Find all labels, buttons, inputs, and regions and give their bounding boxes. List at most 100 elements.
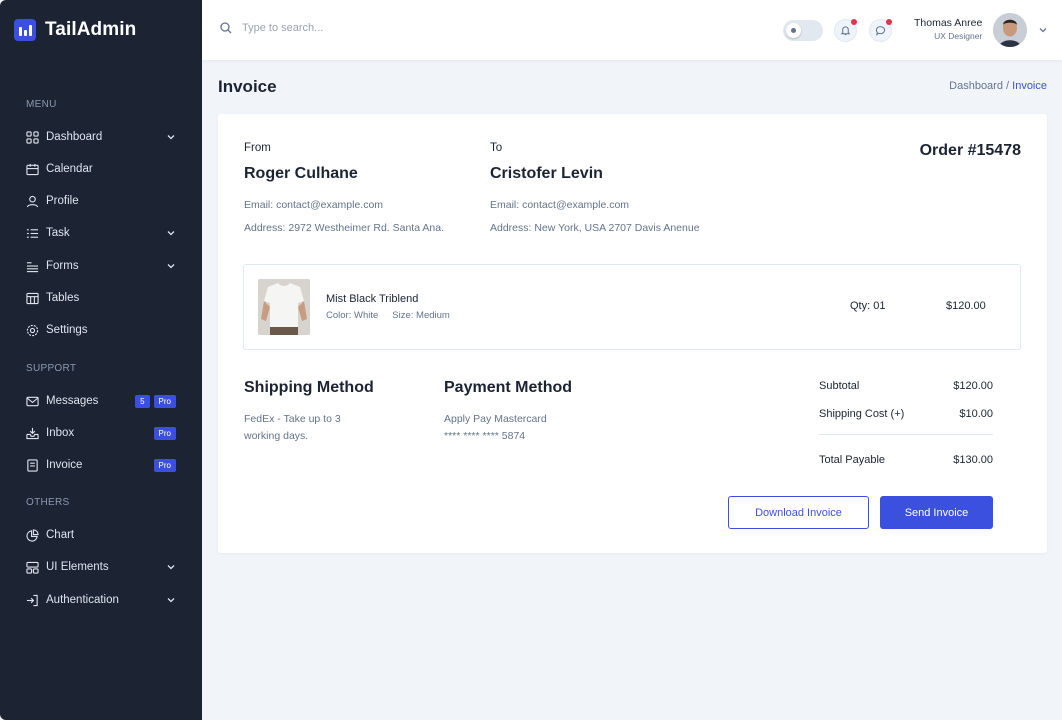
- search-input[interactable]: [242, 22, 462, 34]
- download-invoice-button[interactable]: Download Invoice: [728, 496, 869, 529]
- sidebar-item-inbox[interactable]: Inbox Pro: [26, 423, 176, 443]
- sidebar-item-authentication[interactable]: Authentication: [26, 590, 176, 610]
- notification-button[interactable]: [834, 19, 857, 42]
- breadcrumb-current: Invoice: [1012, 80, 1047, 92]
- shipping-cost-row: Shipping Cost (+) $10.00: [819, 408, 993, 420]
- sidebar-item-calendar[interactable]: Calendar: [26, 159, 176, 179]
- from-email: Email: contact@example.com: [244, 199, 384, 211]
- to-address: Address: New York, USA 2707 Davis Anenue: [490, 222, 700, 234]
- grid-icon: [26, 130, 39, 144]
- sidebar-item-ui-elements[interactable]: UI Elements: [26, 557, 176, 577]
- payment-method-details: Apply Pay Mastercard **** **** **** 5874: [444, 411, 547, 445]
- avatar[interactable]: [993, 13, 1027, 47]
- summary-divider: [819, 434, 993, 435]
- pro-badge: Pro: [153, 458, 176, 472]
- sidebar-item-label: Task: [46, 227, 70, 239]
- message-dot: [886, 19, 892, 25]
- item-price: $120.00: [946, 300, 986, 312]
- shipping-line: working days.: [244, 430, 309, 442]
- user-role: UX Designer: [934, 31, 983, 41]
- from-label: From: [244, 142, 271, 154]
- user-icon: [26, 195, 39, 208]
- shipping-method-details: FedEx - Take up to 3 working days.: [244, 411, 341, 445]
- invoice-card: From Roger Culhane Email: contact@exampl…: [218, 114, 1047, 553]
- sidebar-item-label: Tables: [46, 292, 80, 304]
- sidebar-item-label: Profile: [46, 195, 79, 207]
- invoice-item: Mist Black Triblend Color: White Size: Me…: [243, 264, 1021, 350]
- sidebar-item-task[interactable]: Task: [26, 223, 176, 243]
- breadcrumb: Dashboard / Invoice: [949, 80, 1047, 92]
- order-number: Order #15478: [919, 142, 1021, 159]
- item-qty: Qty: 01: [850, 300, 886, 312]
- login-icon: [26, 594, 39, 607]
- table-icon: [26, 292, 39, 305]
- total-label: Total Payable: [819, 454, 886, 466]
- product-image: [258, 279, 310, 335]
- user-name: Thomas Anree: [914, 17, 983, 29]
- card-number: **** **** **** 5874: [444, 430, 526, 442]
- avatar-photo: [993, 13, 1027, 47]
- chevron-down-icon: [167, 598, 175, 603]
- total-value: $130.00: [953, 454, 993, 466]
- document-icon: [26, 458, 39, 472]
- subtotal-label: Subtotal: [819, 380, 860, 392]
- bell-icon: [840, 26, 851, 36]
- shipping-method-title: Shipping Method: [244, 379, 374, 396]
- sidebar-group-others: OTHERS: [26, 497, 70, 508]
- sidebar-item-chart[interactable]: Chart: [26, 525, 176, 545]
- sidebar-item-label: Inbox: [46, 427, 75, 439]
- list-icon: [26, 227, 39, 240]
- mail-icon: [26, 395, 39, 408]
- chevron-down-icon: [167, 565, 175, 570]
- pie-chart-icon: [26, 528, 39, 542]
- sidebar-item-settings[interactable]: Settings: [26, 320, 176, 340]
- payment-line: Apply Pay Mastercard: [444, 413, 547, 425]
- sidebar-item-label: Settings: [46, 324, 88, 336]
- shipping-cost-label: Shipping Cost (+): [819, 408, 905, 420]
- search-bar[interactable]: [220, 22, 462, 34]
- breadcrumb-dashboard[interactable]: Dashboard /: [949, 80, 1009, 92]
- sidebar-item-profile[interactable]: Profile: [26, 191, 176, 211]
- sidebar-group-support: SUPPORT: [26, 363, 77, 374]
- from-address: Address: 2972 Westheimer Rd. Santa Ana.: [244, 222, 445, 234]
- messages-button[interactable]: [869, 19, 892, 42]
- page-title: Invoice: [218, 77, 277, 96]
- inbox-icon: [26, 427, 39, 440]
- sidebar-item-dashboard[interactable]: Dashboard: [26, 127, 176, 147]
- dark-mode-toggle[interactable]: [783, 20, 823, 41]
- sidebar-item-forms[interactable]: Forms: [26, 256, 176, 276]
- logo-icon: [14, 19, 36, 41]
- logo-text: TailAdmin: [45, 19, 137, 40]
- sidebar-item-label: Calendar: [46, 163, 93, 175]
- user-info[interactable]: Thomas Anree UX Designer: [914, 17, 982, 41]
- count-badge: 5: [135, 394, 150, 408]
- product-name: Mist Black Triblend: [326, 293, 419, 305]
- sidebar-item-label: Invoice: [46, 459, 83, 471]
- sidebar-item-invoice[interactable]: Invoice Pro: [26, 455, 176, 475]
- search-icon: [220, 22, 232, 34]
- sidebar-item-label: UI Elements: [46, 561, 109, 573]
- logo[interactable]: TailAdmin: [14, 19, 136, 41]
- pro-badge: Pro: [153, 394, 176, 408]
- sidebar-item-label: Messages: [46, 395, 99, 407]
- chat-icon: [875, 26, 886, 36]
- to-label: To: [490, 142, 503, 154]
- chevron-down-icon: [167, 264, 175, 269]
- chevron-down-icon: [167, 231, 175, 236]
- subtotal-value: $120.00: [953, 380, 993, 392]
- sidebar-item-messages[interactable]: Messages 5 Pro: [26, 391, 176, 411]
- sidebar-item-label: Authentication: [46, 594, 119, 606]
- notification-dot: [851, 19, 857, 25]
- sidebar-item-label: Chart: [46, 529, 75, 541]
- to-email: Email: contact@example.com: [490, 199, 630, 211]
- calendar-icon: [26, 163, 39, 176]
- gear-icon: [26, 324, 39, 337]
- total-row: Total Payable $130.00: [819, 454, 993, 466]
- sidebar-item-label: Dashboard: [46, 131, 103, 143]
- shipping-cost-value: $10.00: [959, 408, 993, 420]
- send-invoice-button[interactable]: Send Invoice: [880, 496, 993, 529]
- shipping-line: FedEx - Take up to 3: [244, 413, 341, 425]
- chevron-down-icon[interactable]: [1038, 25, 1048, 35]
- to-name: Cristofer Levin: [490, 165, 603, 182]
- sidebar-item-tables[interactable]: Tables: [26, 288, 176, 308]
